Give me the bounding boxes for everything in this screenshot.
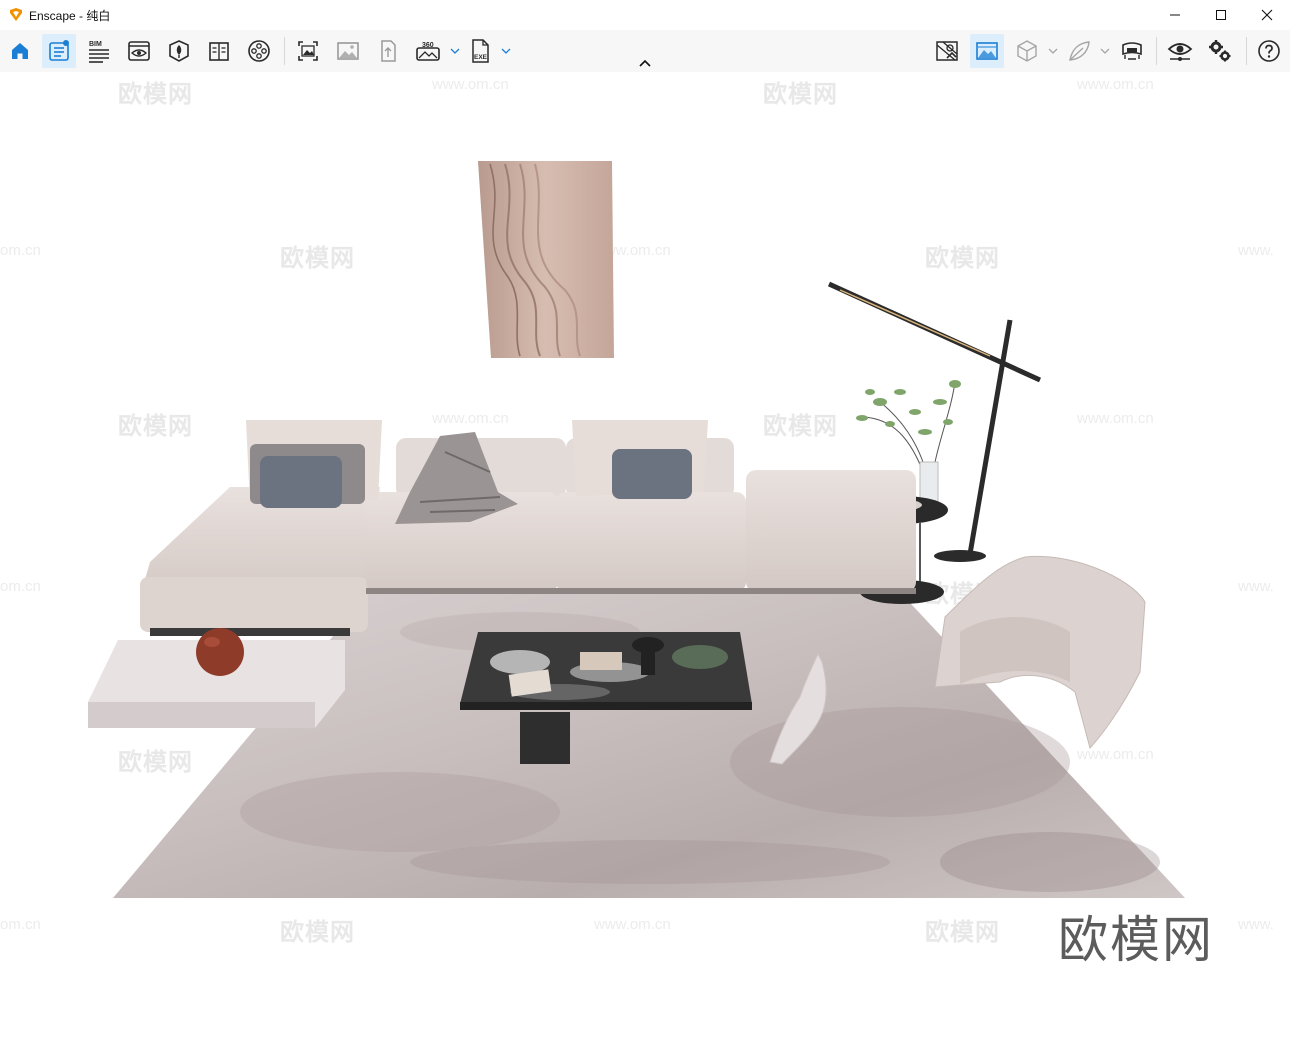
export-exe-icon: EXE <box>472 39 489 63</box>
leaf-button[interactable] <box>1062 34 1096 68</box>
view-icon <box>128 41 150 61</box>
export-dropdown[interactable] <box>501 46 511 56</box>
render-viewport[interactable]: 欧模网 www.om.cn 欧模网 www.om.cn om.cn 欧模网 ww… <box>0 72 1290 1038</box>
batch-render-icon <box>337 42 359 60</box>
bim-info-button[interactable]: BIM <box>82 34 116 68</box>
low-platform <box>88 628 345 728</box>
scene-name: 纯白 <box>86 8 111 23</box>
toolbar-separator <box>1246 37 1247 65</box>
maximize-button[interactable] <box>1198 0 1244 30</box>
enscape-logo-icon <box>8 7 24 23</box>
cube-dropdown[interactable] <box>1048 46 1058 56</box>
material-icon <box>209 42 229 61</box>
general-settings-button[interactable] <box>1203 34 1237 68</box>
atmosphere-button[interactable] <box>970 34 1004 68</box>
leaf-dropdown[interactable] <box>1100 46 1110 56</box>
panorama-dropdown[interactable] <box>450 46 460 56</box>
bim-info-icon: BIM <box>89 41 109 63</box>
toolbar-separator <box>1156 37 1157 65</box>
settings-icon <box>1209 40 1231 62</box>
window-controls <box>1152 0 1290 30</box>
close-icon <box>1261 9 1273 21</box>
cube-button[interactable] <box>1010 34 1044 68</box>
upload-icon <box>381 40 396 62</box>
chevron-down-icon <box>1048 48 1058 54</box>
map-button[interactable] <box>930 34 964 68</box>
view-management-button[interactable] <box>122 34 156 68</box>
brand-watermark: 欧模网 <box>1058 912 1214 968</box>
minimize-button[interactable] <box>1152 0 1198 30</box>
cube-icon <box>1017 40 1037 62</box>
chevron-down-icon <box>501 48 511 54</box>
help-button[interactable] <box>1252 34 1286 68</box>
asset-library-button[interactable] <box>42 34 76 68</box>
help-icon <box>1258 40 1280 62</box>
app-name: Enscape <box>29 8 76 23</box>
map-icon <box>936 41 958 61</box>
site-context-button[interactable] <box>162 34 196 68</box>
export-exe-button[interactable]: EXE <box>464 34 498 68</box>
chevron-down-icon <box>450 48 460 54</box>
title-bar: Enscape - 纯白 <box>0 0 1290 30</box>
exe-label: EXE <box>474 54 488 61</box>
close-button[interactable] <box>1244 0 1290 30</box>
toolbar-separator <box>284 37 285 65</box>
asset-library-icon <box>49 40 69 61</box>
rendered-scene <box>88 161 1185 898</box>
home-icon <box>12 43 28 59</box>
upload-button[interactable] <box>371 34 405 68</box>
title-separator: - <box>75 8 87 23</box>
atmosphere-icon <box>976 42 998 60</box>
visual-settings-icon <box>1167 43 1193 61</box>
site-context-icon <box>169 40 189 62</box>
batch-render-button[interactable] <box>331 34 365 68</box>
material-editor-button[interactable] <box>202 34 236 68</box>
chevron-up-icon <box>639 59 651 67</box>
wall-art <box>478 161 614 358</box>
leaf-icon <box>1069 41 1090 61</box>
panorama-button[interactable]: 360 <box>411 34 445 68</box>
screenshot-icon <box>298 41 318 61</box>
minimize-icon <box>1170 14 1180 16</box>
visual-settings-button[interactable] <box>1163 34 1197 68</box>
window-title: Enscape - 纯白 <box>29 7 110 24</box>
video-editor-icon <box>248 40 270 62</box>
panorama-icon: 360 <box>416 42 440 61</box>
video-editor-button[interactable] <box>242 34 276 68</box>
home-button[interactable] <box>3 34 37 68</box>
vr-headset-icon <box>1122 42 1142 60</box>
screenshot-button[interactable] <box>291 34 325 68</box>
main-toolbar: BIM 360 EXE <box>0 30 1290 73</box>
vr-headset-button[interactable] <box>1115 34 1149 68</box>
chevron-down-icon <box>1100 48 1110 54</box>
bim-label: BIM <box>89 41 102 48</box>
maximize-icon <box>1216 10 1226 20</box>
collapse-toolbar-button[interactable] <box>636 56 654 70</box>
